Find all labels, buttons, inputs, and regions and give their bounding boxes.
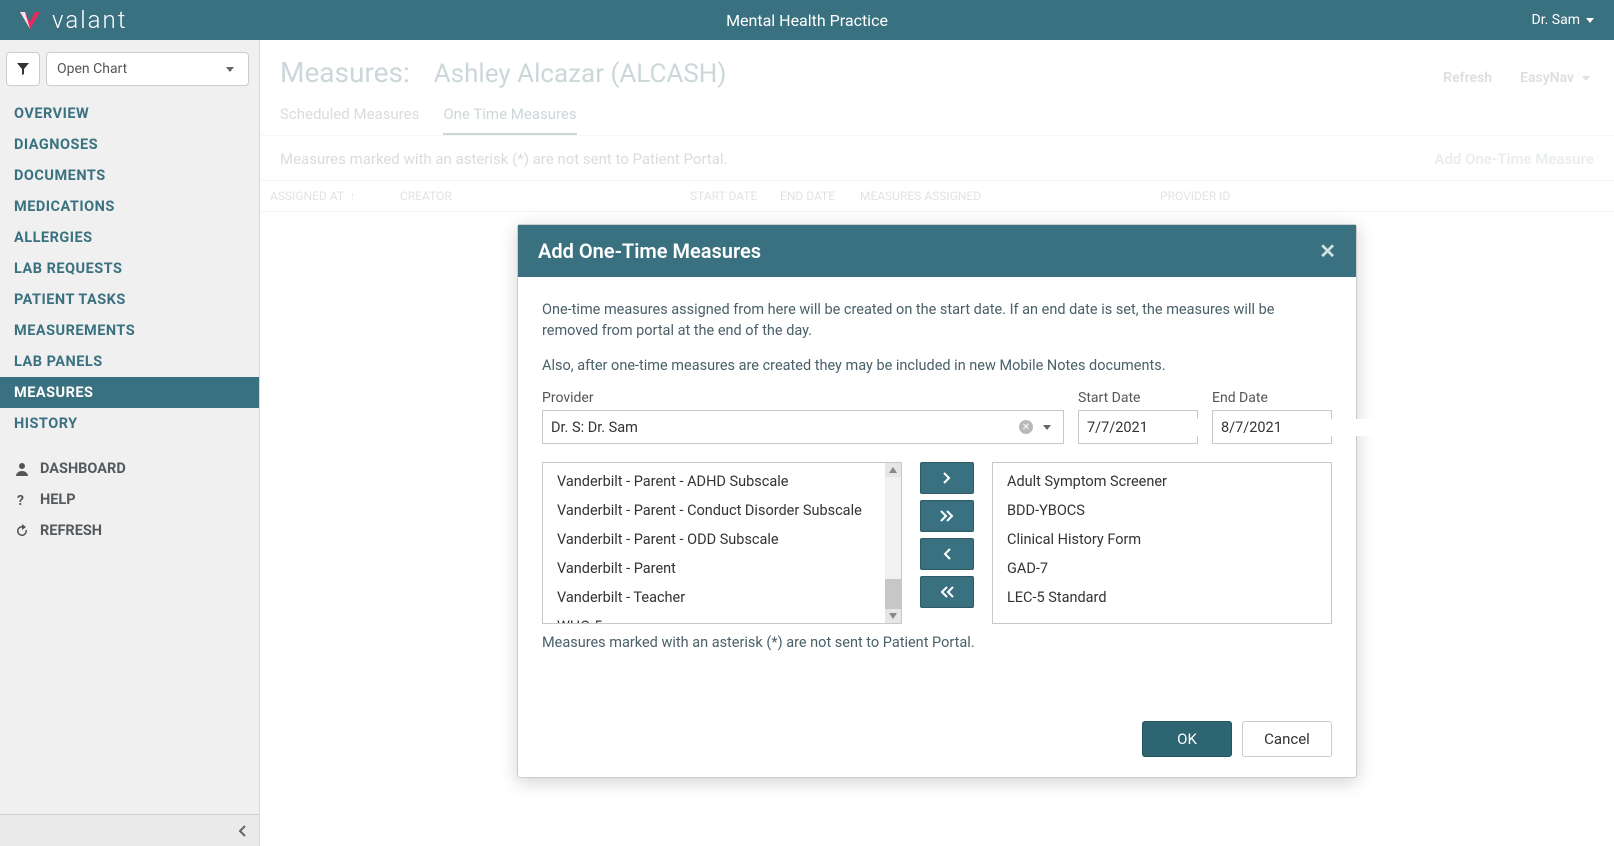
- user-icon: [14, 461, 30, 477]
- modal-note: Measures marked with an asterisk (*) are…: [542, 634, 1332, 651]
- remove-button[interactable]: [920, 538, 974, 570]
- chevron-right-icon: [942, 472, 952, 484]
- refresh-icon: [14, 523, 30, 539]
- available-measures-list[interactable]: Vanderbilt - Parent - ADHD SubscaleVande…: [542, 462, 902, 624]
- cancel-button[interactable]: Cancel: [1242, 721, 1332, 757]
- provider-input[interactable]: [551, 419, 1019, 436]
- practice-name: Mental Health Practice: [0, 11, 1614, 30]
- nav-list: OVERVIEWDIAGNOSESDOCUMENTSMEDICATIONSALL…: [0, 98, 259, 439]
- sidebar-item-measurements[interactable]: MEASUREMENTS: [0, 315, 259, 346]
- sidebar-item-measures[interactable]: MEASURES: [0, 377, 259, 408]
- sidebar-item-documents[interactable]: DOCUMENTS: [0, 160, 259, 191]
- chevron-down-icon: [226, 67, 234, 72]
- chevron-down-icon[interactable]: [1043, 425, 1051, 430]
- end-date-label: End Date: [1212, 390, 1332, 406]
- end-date-input[interactable]: [1212, 410, 1332, 444]
- end-date-field[interactable]: [1221, 419, 1405, 436]
- sidebar-item-overview[interactable]: OVERVIEW: [0, 98, 259, 129]
- list-item[interactable]: GAD-7: [993, 554, 1331, 583]
- modal-text-1: One-time measures assigned from here wil…: [542, 299, 1332, 341]
- sidebar-item-history[interactable]: HISTORY: [0, 408, 259, 439]
- list-item[interactable]: BDD-YBOCS: [993, 496, 1331, 525]
- sidebar-item-allergies[interactable]: ALLERGIES: [0, 222, 259, 253]
- sidebar-item-lab-requests[interactable]: LAB REQUESTS: [0, 253, 259, 284]
- sidebar: Open Chart OVERVIEWDIAGNOSESDOCUMENTSMED…: [0, 40, 260, 846]
- list-item[interactable]: Vanderbilt - Parent - ODD Subscale: [543, 525, 885, 554]
- ok-button[interactable]: OK: [1142, 721, 1232, 757]
- chevron-down-icon: [1586, 18, 1594, 23]
- scroll-down-icon[interactable]: [885, 609, 901, 623]
- chevron-left-icon: [237, 825, 247, 837]
- sidebar-item-diagnoses[interactable]: DIAGNOSES: [0, 129, 259, 160]
- sidebar-item-medications[interactable]: MEDICATIONS: [0, 191, 259, 222]
- scrollbar-thumb[interactable]: [885, 579, 901, 609]
- clear-icon[interactable]: ✕: [1019, 420, 1033, 434]
- close-icon[interactable]: ✕: [1319, 239, 1336, 263]
- list-item[interactable]: Vanderbilt - Parent - Conduct Disorder S…: [543, 496, 885, 525]
- open-chart-label: Open Chart: [57, 61, 127, 77]
- util-label: REFRESH: [40, 522, 102, 539]
- remove-all-button[interactable]: [920, 576, 974, 608]
- sidebar-util-refresh[interactable]: REFRESH: [0, 515, 259, 546]
- add-one-time-measures-modal: Add One-Time Measures ✕ One-time measure…: [517, 224, 1357, 778]
- scroll-up-icon[interactable]: [885, 463, 901, 477]
- provider-label: Provider: [542, 390, 1064, 406]
- double-chevron-left-icon: [940, 586, 954, 598]
- sidebar-util-dashboard[interactable]: DASHBOARD: [0, 453, 259, 484]
- user-name: Dr. Sam: [1532, 12, 1580, 28]
- add-all-button[interactable]: [920, 500, 974, 532]
- app-header: valant Mental Health Practice Dr. Sam: [0, 0, 1614, 40]
- modal-text-2: Also, after one-time measures are create…: [542, 355, 1332, 376]
- sidebar-util-help[interactable]: ? HELP: [0, 484, 259, 515]
- sidebar-item-patient-tasks[interactable]: PATIENT TASKS: [0, 284, 259, 315]
- scrollbar[interactable]: [885, 463, 901, 623]
- modal-header: Add One-Time Measures ✕: [518, 225, 1356, 277]
- chevron-left-icon: [942, 548, 952, 560]
- open-chart-select[interactable]: Open Chart: [46, 52, 249, 86]
- double-chevron-right-icon: [940, 510, 954, 522]
- modal-title: Add One-Time Measures: [538, 239, 761, 263]
- modal-overlay: Add One-Time Measures ✕ One-time measure…: [260, 40, 1614, 846]
- list-item[interactable]: Vanderbilt - Parent - ADHD Subscale: [543, 467, 885, 496]
- user-menu[interactable]: Dr. Sam: [1532, 12, 1614, 28]
- provider-select[interactable]: ✕: [542, 410, 1064, 444]
- list-item[interactable]: LEC-5 Standard: [993, 583, 1331, 612]
- util-label: DASHBOARD: [40, 460, 126, 477]
- list-item[interactable]: Vanderbilt - Parent: [543, 554, 885, 583]
- main-content: Measures: Ashley Alcazar (ALCASH) Refres…: [260, 40, 1614, 846]
- start-date-label: Start Date: [1078, 390, 1198, 406]
- question-icon: ?: [14, 492, 30, 508]
- util-label: HELP: [40, 491, 76, 508]
- sidebar-item-lab-panels[interactable]: LAB PANELS: [0, 346, 259, 377]
- list-item[interactable]: Adult Symptom Screener: [993, 467, 1331, 496]
- start-date-input[interactable]: [1078, 410, 1198, 444]
- svg-text:?: ?: [17, 493, 24, 508]
- selected-measures-list[interactable]: Adult Symptom ScreenerBDD-YBOCSClinical …: [992, 462, 1332, 624]
- list-item[interactable]: Clinical History Form: [993, 525, 1331, 554]
- add-button[interactable]: [920, 462, 974, 494]
- list-item[interactable]: Vanderbilt - Teacher: [543, 583, 885, 612]
- funnel-icon: [16, 62, 30, 76]
- sidebar-collapse[interactable]: [0, 814, 259, 846]
- list-item[interactable]: WHO-5: [543, 612, 885, 623]
- filter-button[interactable]: [6, 52, 40, 86]
